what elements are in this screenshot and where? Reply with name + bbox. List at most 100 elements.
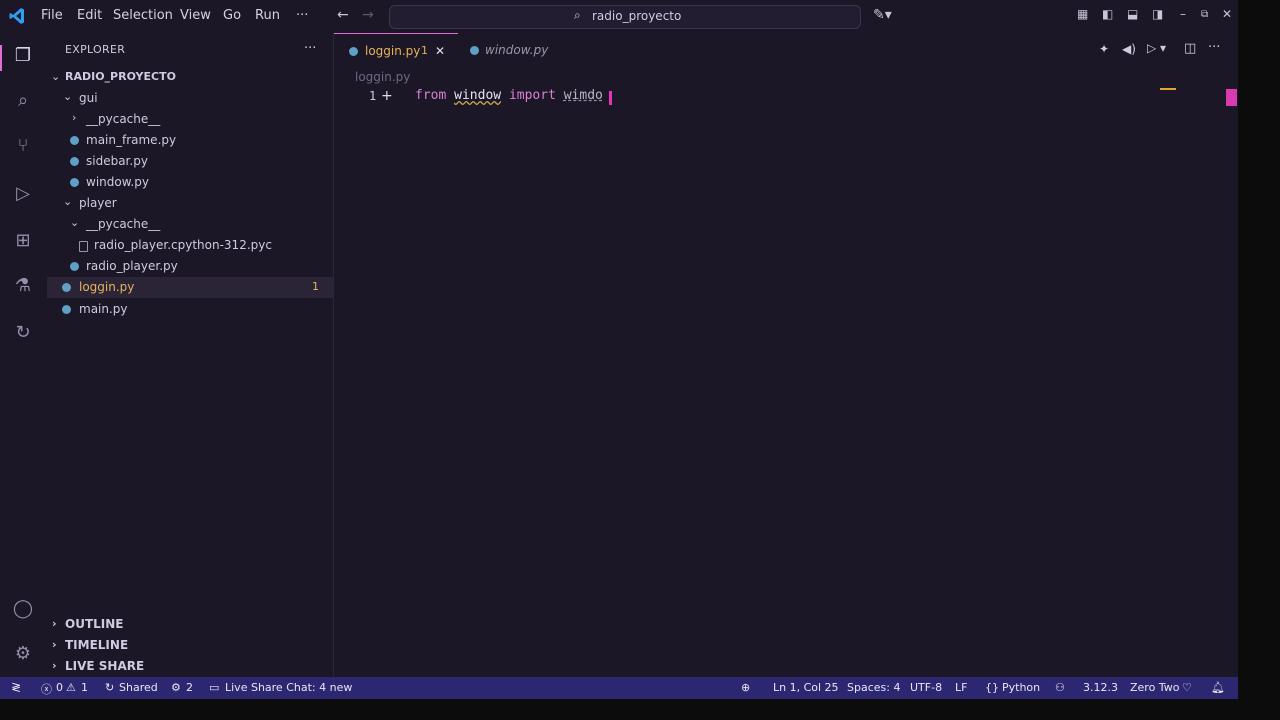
account-icon[interactable]: ◯ xyxy=(12,598,34,620)
close-window-icon[interactable]: ✕ xyxy=(1222,7,1232,21)
editor-more-icon[interactable]: ··· xyxy=(1208,40,1220,55)
explorer-title: EXPLORER xyxy=(65,43,126,56)
tree-item-pycache[interactable]: › __pycache__ xyxy=(47,109,333,130)
chevron-down-icon: ⌄ xyxy=(63,90,73,103)
code-line[interactable]: from window import wimdo xyxy=(415,88,603,103)
chevron-down-icon: ⌄ xyxy=(51,70,61,83)
text-cursor xyxy=(609,91,612,105)
tab-window[interactable]: window.py xyxy=(459,33,569,68)
customize-layout-icon[interactable]: ▦ xyxy=(1077,7,1088,21)
shared-status[interactable]: Shared xyxy=(119,681,158,694)
copilot-status-icon[interactable]: ⚇ xyxy=(1055,681,1065,694)
menu-go[interactable]: Go xyxy=(223,8,241,23)
zoom-icon[interactable]: ⊕ xyxy=(741,681,750,694)
menu-view[interactable]: View xyxy=(180,8,211,23)
search-icon: ⌕ xyxy=(574,8,581,22)
audio-cue-icon[interactable]: ◀) xyxy=(1122,42,1136,56)
live-share-chat[interactable]: Live Share Chat: 4 new xyxy=(225,681,352,694)
warning-count[interactable]: 1 xyxy=(81,681,88,694)
tab-problem-badge: 1 xyxy=(421,44,428,57)
toggle-secondary-sidebar-icon[interactable]: ◨ xyxy=(1152,7,1163,21)
indentation[interactable]: Spaces: 4 xyxy=(847,681,900,694)
tab-label: loggin.py xyxy=(365,44,421,58)
notifications-bell-icon[interactable]: 🔔︎ xyxy=(1211,681,1225,694)
screen-edge-bottom xyxy=(0,699,1280,720)
toggle-panel-icon[interactable]: ⬓ xyxy=(1127,7,1138,21)
encoding[interactable]: UTF-8 xyxy=(910,681,942,694)
explorer-more-icon[interactable]: ··· xyxy=(304,41,316,56)
tree-item-label: sidebar.py xyxy=(86,154,148,168)
menu-more[interactable]: ··· xyxy=(296,8,308,23)
restore-icon[interactable]: ⧉ xyxy=(1201,9,1208,20)
tree-item-label: main_frame.py xyxy=(86,133,177,147)
close-tab-icon[interactable]: ✕ xyxy=(435,44,445,58)
run-python-icon[interactable]: ▷ ▾ xyxy=(1147,41,1166,55)
tree-item-loggin[interactable]: loggin.py 1 xyxy=(47,277,333,298)
explorer-icon[interactable]: ❐ xyxy=(12,45,34,67)
tab-loggin[interactable]: loggin.py 1 ✕ xyxy=(334,33,458,69)
tree-item-label: radio_player.cpython-312.pyc xyxy=(94,238,272,252)
error-count[interactable]: 0 xyxy=(56,681,63,694)
section-live-share[interactable]: › LIVE SHARE xyxy=(47,656,333,677)
root-folder[interactable]: ⌄ RADIO_PROYECTO xyxy=(47,67,333,88)
section-timeline[interactable]: › TIMELINE xyxy=(47,635,333,656)
tree-item-label: __pycache__ xyxy=(86,217,161,231)
tree-item-pycache-player[interactable]: ⌄ __pycache__ xyxy=(47,214,333,235)
testing-icon[interactable]: ⚗ xyxy=(12,275,34,297)
tree-item-radio-player-pyc[interactable]: radio_player.cpython-312.pyc xyxy=(47,235,333,256)
search-view-icon[interactable]: ⌕ xyxy=(12,90,34,112)
add-icon[interactable]: + xyxy=(381,88,393,104)
keyword-import: import xyxy=(508,88,556,103)
tree-item-window[interactable]: window.py xyxy=(47,172,333,193)
theme-name[interactable]: Zero Two xyxy=(1130,681,1179,694)
python-file-icon xyxy=(349,47,358,56)
tree-item-main[interactable]: main.py xyxy=(47,299,333,320)
title-bar: File Edit Selection View Go Run ··· ← → … xyxy=(0,0,1238,33)
minimize-icon[interactable]: – xyxy=(1180,7,1186,21)
menu-selection[interactable]: Selection xyxy=(113,8,173,23)
chevron-right-icon: › xyxy=(52,617,57,630)
tree-item-player[interactable]: ⌄ player xyxy=(47,193,333,214)
settings-gear-icon[interactable]: ⚙ xyxy=(12,643,34,665)
screen-edge-right xyxy=(1238,0,1280,720)
copilot-icon[interactable]: ✎▾ xyxy=(873,7,892,23)
tree-item-main-frame[interactable]: main_frame.py xyxy=(47,130,333,151)
source-control-icon[interactable]: ⑂ xyxy=(12,135,34,157)
file-icon xyxy=(79,241,88,252)
remote-icon[interactable]: ≷ xyxy=(11,680,21,694)
section-outline[interactable]: › OUTLINE xyxy=(47,614,333,635)
pin-icon[interactable]: ✦ xyxy=(1099,42,1109,56)
menu-file[interactable]: File xyxy=(41,8,63,23)
back-arrow-icon[interactable]: ← xyxy=(337,7,349,23)
breadcrumb[interactable]: loggin.py xyxy=(355,70,410,84)
tree-item-label: window.py xyxy=(86,175,149,189)
run-debug-icon[interactable]: ▷ xyxy=(12,183,34,205)
extensions-icon[interactable]: ⊞ xyxy=(12,230,34,252)
braces-icon: {} xyxy=(985,681,999,694)
forward-arrow-icon[interactable]: → xyxy=(362,7,374,23)
active-indicator xyxy=(0,45,2,71)
menu-edit[interactable]: Edit xyxy=(77,8,102,23)
cursor-position[interactable]: Ln 1, Col 25 xyxy=(773,681,839,694)
tree-item-label: gui xyxy=(79,91,98,105)
toggle-sidebar-icon[interactable]: ◧ xyxy=(1102,7,1113,21)
tree-item-label: radio_player.py xyxy=(86,259,178,273)
python-interpreter[interactable]: 3.12.3 xyxy=(1083,681,1118,694)
scrollbar-error-marker[interactable] xyxy=(1226,89,1237,106)
end-of-line[interactable]: LF xyxy=(955,681,967,694)
live-share-icon[interactable]: ↻ xyxy=(12,322,34,344)
language-mode[interactable]: Python xyxy=(1002,681,1040,694)
split-editor-icon[interactable]: ◫ xyxy=(1184,41,1196,56)
tree-item-sidebar[interactable]: sidebar.py xyxy=(47,151,333,172)
tree-item-radio-player[interactable]: radio_player.py xyxy=(47,256,333,277)
tree-item-label: main.py xyxy=(79,302,128,316)
ports-count[interactable]: 2 xyxy=(186,681,193,694)
line-number: 1 xyxy=(369,89,377,103)
tree-item-gui[interactable]: ⌄ gui xyxy=(47,88,333,109)
menu-run[interactable]: Run xyxy=(255,8,280,23)
python-file-icon xyxy=(70,178,79,187)
error-icon[interactable]: ⓧ xyxy=(41,681,52,697)
warning-icon[interactable]: ⚠ xyxy=(66,681,76,694)
section-label: LIVE SHARE xyxy=(65,659,145,673)
chat-icon: ▭ xyxy=(209,681,220,694)
